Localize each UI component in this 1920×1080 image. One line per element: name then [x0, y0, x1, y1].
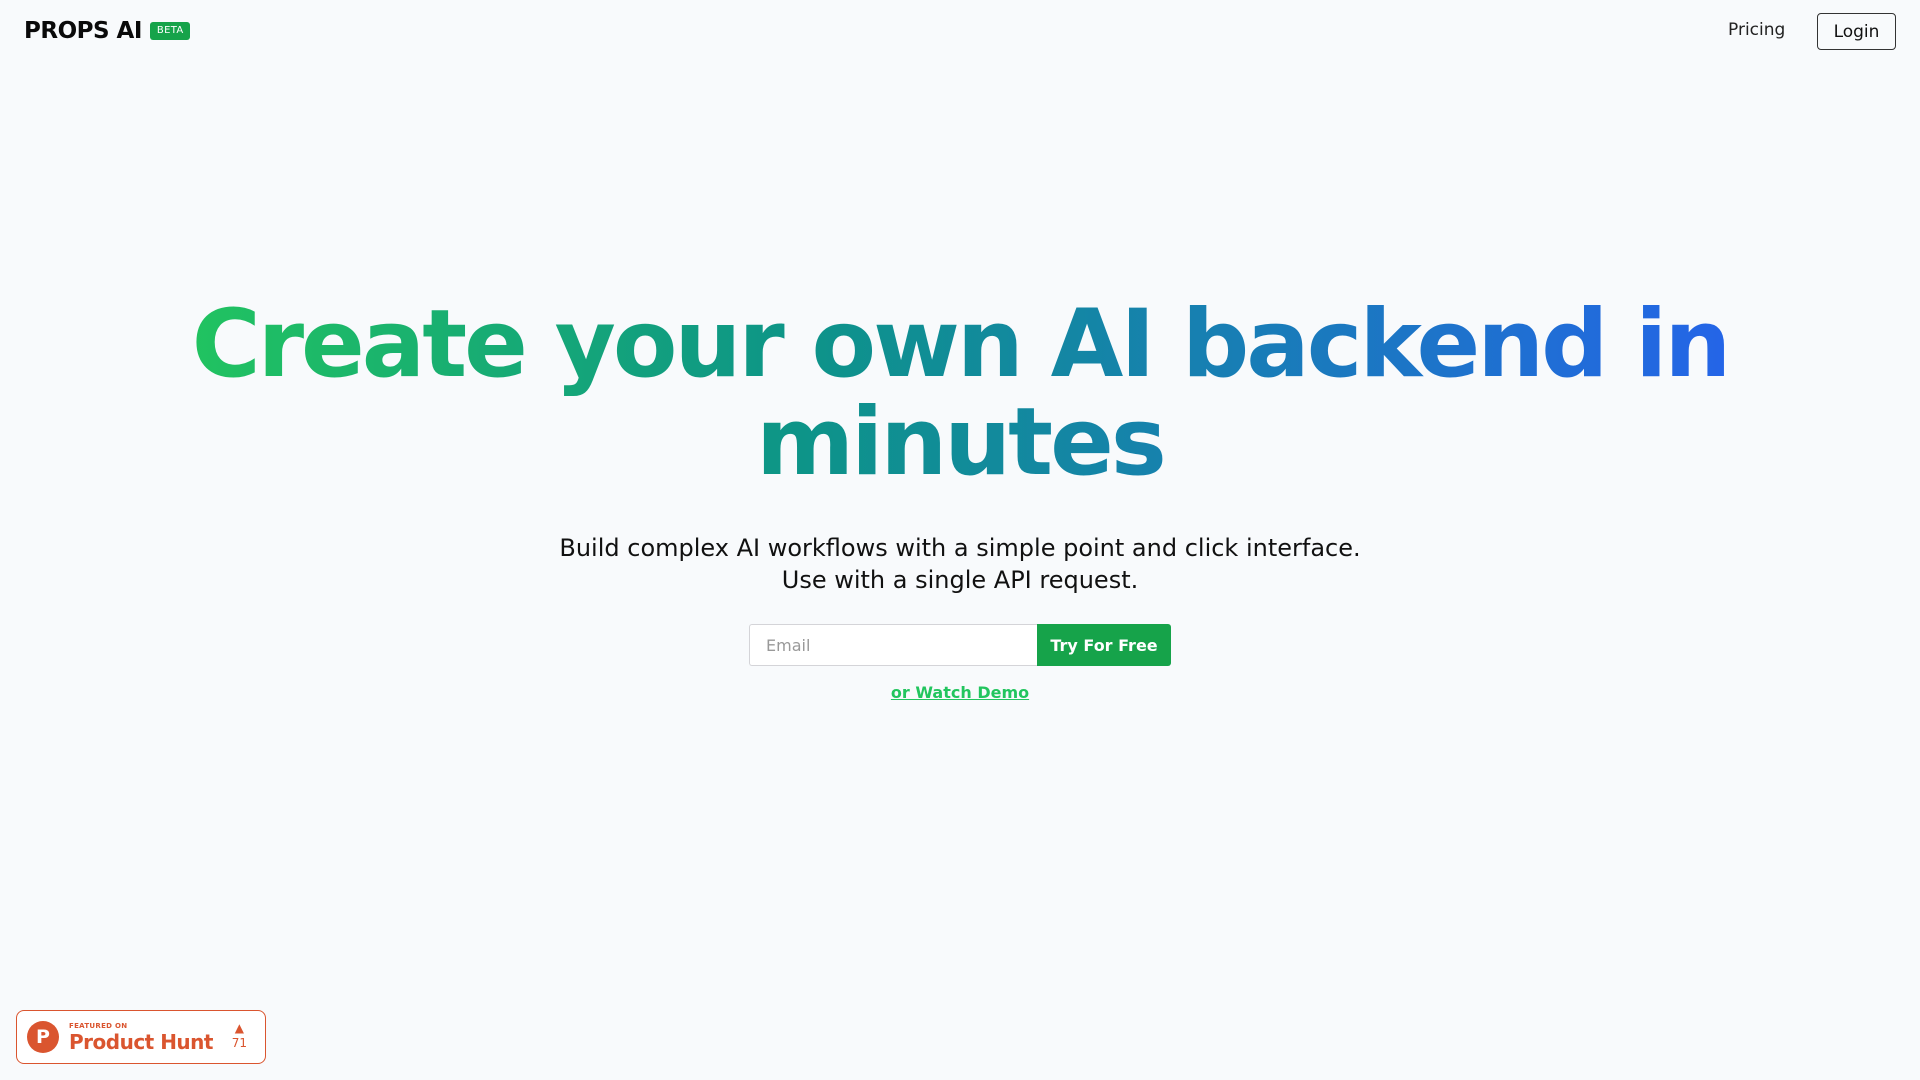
product-hunt-text: FEATURED ON Product Hunt — [69, 1022, 213, 1053]
product-hunt-badge[interactable]: P FEATURED ON Product Hunt ▲ 71 — [16, 1010, 266, 1064]
email-input[interactable] — [749, 624, 1037, 666]
top-navigation: PROPS AI BETA Pricing Login — [0, 0, 1920, 64]
hero-headline: Create your own AI backend in minutes — [160, 296, 1760, 492]
login-button[interactable]: Login — [1817, 13, 1896, 50]
hero-subtitle-line-2: Use with a single API request. — [781, 566, 1139, 594]
upvote-triangle-icon: ▲ — [234, 1021, 244, 1035]
signup-form: Try For Free — [749, 624, 1171, 666]
watch-demo-link[interactable]: or Watch Demo — [891, 683, 1029, 702]
beta-badge: BETA — [149, 22, 191, 40]
product-hunt-votes: ▲ 71 — [232, 1021, 247, 1051]
pricing-link[interactable]: Pricing — [1728, 20, 1785, 40]
logo[interactable]: PROPS AI BETA — [24, 18, 191, 44]
hero-subtitle: Build complex AI workflows with a simple… — [460, 532, 1460, 596]
watch-demo-container: or Watch Demo — [0, 683, 1920, 702]
logo-text: PROPS AI — [24, 18, 142, 44]
try-for-free-button[interactable]: Try For Free — [1037, 624, 1171, 666]
product-hunt-logo-icon: P — [27, 1021, 59, 1053]
product-hunt-name: Product Hunt — [69, 1029, 213, 1054]
upvote-count: 71 — [231, 1036, 247, 1050]
hero-section: Create your own AI backend in minutes Bu… — [0, 296, 1920, 596]
hero-subtitle-line-1: Build complex AI workflows with a simple… — [559, 534, 1361, 562]
